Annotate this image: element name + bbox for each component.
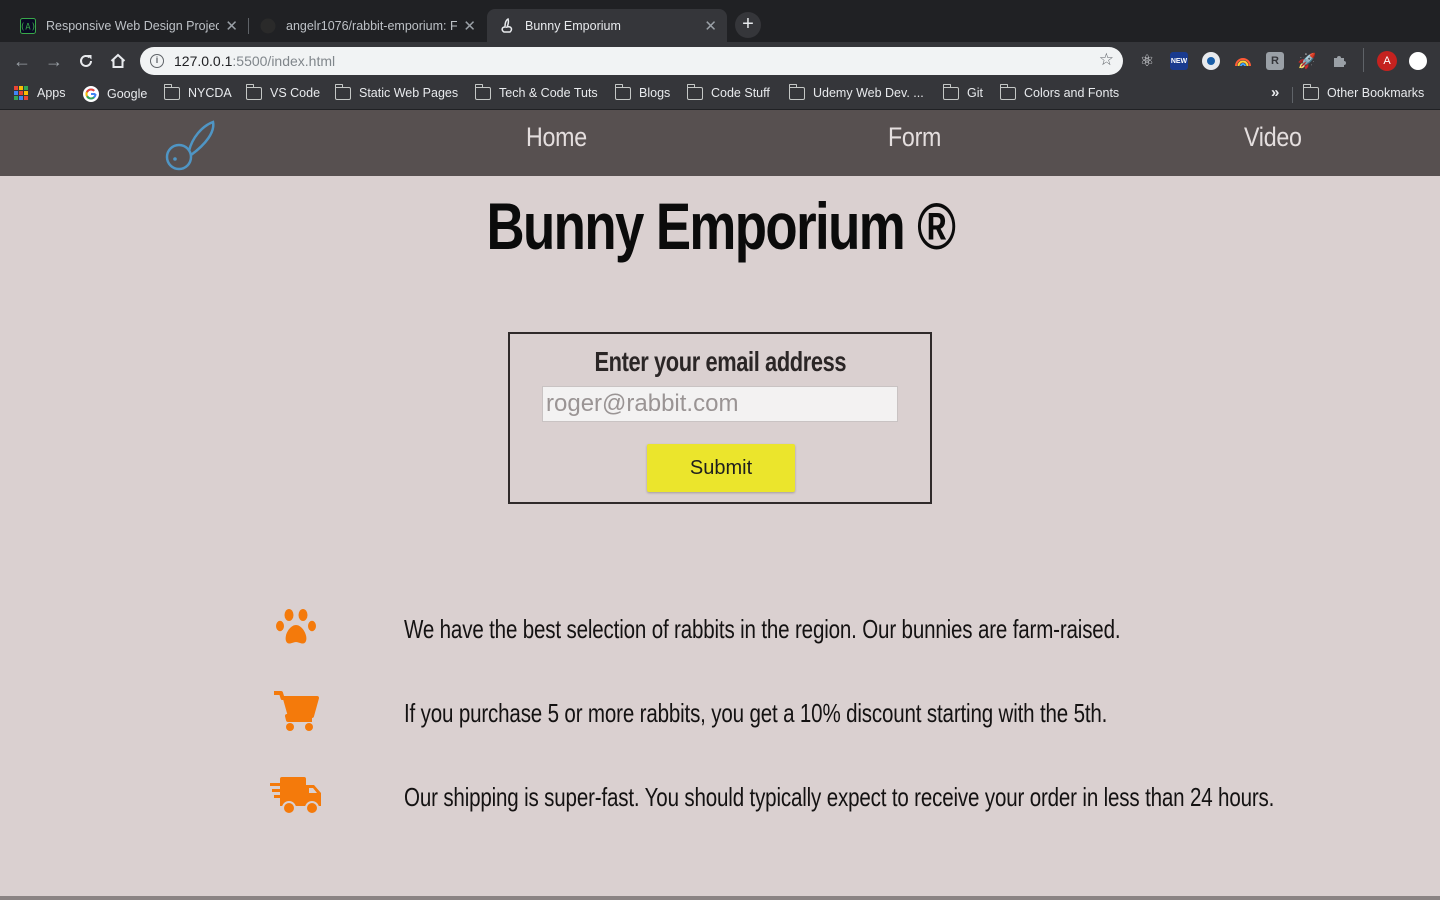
feature-item: Our shipping is super-fast. You should t… (0, 770, 1440, 830)
email-form: Enter your email address Submit (508, 332, 932, 504)
page-title: Bunny Emporium ® (485, 189, 956, 263)
paw-icon (266, 602, 326, 652)
folder-icon (1302, 83, 1319, 100)
extension-icon[interactable]: R (1266, 52, 1284, 70)
folder-icon (942, 83, 959, 100)
shipping-truck-icon (266, 770, 326, 820)
bookmark-folder[interactable]: Git (942, 83, 983, 100)
other-bookmarks[interactable]: Other Bookmarks (1302, 83, 1424, 100)
color-picker-extension-icon[interactable] (1234, 52, 1252, 70)
folder-icon (788, 83, 805, 100)
feature-item: If you purchase 5 or more rabbits, you g… (0, 686, 1440, 746)
rocket-extension-icon[interactable]: 🚀 (1298, 52, 1317, 70)
rabbit-icon (499, 17, 515, 34)
freecodecamp-icon: (A) (20, 17, 36, 34)
profile-status-dot[interactable] (1409, 52, 1427, 70)
bookmarks-bar: Apps Google NYCDA VS Code Static Web Pag… (0, 80, 1440, 110)
bookmark-star-icon[interactable]: ☆ (1099, 50, 1114, 70)
folder-icon (999, 83, 1016, 100)
feature-item: We have the best selection of rabbits in… (0, 602, 1440, 662)
svg-text:(A): (A) (20, 22, 36, 32)
site-info-icon[interactable]: i (150, 54, 164, 68)
home-icon[interactable] (107, 50, 129, 72)
browser-tab-strip: (A) Responsive Web Design Projec ✕ angel… (0, 0, 1440, 42)
bookmark-folder[interactable]: VS Code (245, 83, 320, 100)
bookmark-folder[interactable]: Udemy Web Dev. ... (788, 83, 924, 100)
folder-icon (614, 83, 631, 100)
rabbit-logo[interactable] (162, 118, 218, 174)
bookmark-google[interactable]: Google (83, 86, 147, 102)
bookmark-folder[interactable]: NYCDA (163, 83, 232, 100)
vpn-extension-icon[interactable] (1202, 52, 1220, 70)
nav-link-form[interactable]: Form (888, 122, 941, 153)
shopping-cart-icon (266, 686, 326, 736)
tab-title: angelr1076/rabbit-emporium: F (286, 18, 458, 33)
site-navbar: Home Form Video (0, 110, 1440, 176)
browser-tab[interactable]: angelr1076/rabbit-emporium: F ✕ (248, 9, 486, 42)
new-badge-extension-icon[interactable]: NEW (1170, 52, 1188, 70)
bookmark-folder[interactable]: Code Stuff (686, 83, 770, 100)
bookmark-folder[interactable]: Blogs (614, 83, 670, 100)
bookmarks-divider (1292, 87, 1293, 103)
bookmark-folder[interactable]: Tech & Code Tuts (474, 83, 598, 100)
url-text: 127.0.0.1:5500/index.html (174, 53, 336, 69)
bookmarks-overflow-button[interactable]: » (1271, 84, 1279, 101)
folder-icon (245, 83, 262, 100)
email-input[interactable] (542, 386, 898, 422)
toolbar-divider (1363, 48, 1364, 72)
email-label: Enter your email address (594, 346, 846, 377)
tab-title: Responsive Web Design Projec (46, 18, 220, 33)
folder-icon (686, 83, 703, 100)
bookmark-apps[interactable]: Apps (14, 86, 66, 100)
github-icon (260, 18, 276, 34)
folder-icon (163, 83, 180, 100)
feature-text: Our shipping is super-fast. You should t… (404, 782, 1275, 812)
tab-title: Bunny Emporium (525, 18, 621, 33)
nav-link-video[interactable]: Video (1244, 122, 1302, 153)
profile-avatar[interactable]: A (1377, 51, 1397, 71)
google-icon (83, 86, 99, 102)
reload-icon[interactable] (75, 50, 97, 72)
browser-tab-active[interactable]: Bunny Emporium ✕ (487, 9, 727, 42)
browser-tab[interactable]: (A) Responsive Web Design Projec ✕ (8, 9, 248, 42)
tab-close-icon[interactable]: ✕ (463, 17, 476, 35)
address-bar[interactable]: i 127.0.0.1:5500/index.html ☆ (140, 47, 1123, 75)
feature-text: We have the best selection of rabbits in… (404, 614, 1121, 644)
apps-grid-icon (14, 86, 28, 100)
tab-close-icon[interactable]: ✕ (225, 17, 238, 35)
tab-close-icon[interactable]: ✕ (704, 17, 717, 35)
back-arrow-icon[interactable]: ← (11, 50, 33, 72)
react-devtools-icon[interactable]: ⚛ (1138, 52, 1156, 70)
submit-button[interactable]: Submit (647, 444, 795, 492)
nav-link-home[interactable]: Home (526, 122, 587, 153)
folder-icon (474, 83, 491, 100)
bookmark-folder[interactable]: Static Web Pages (334, 83, 458, 100)
page-content: Home Form Video Bunny Emporium ® Enter y… (0, 110, 1440, 900)
bookmark-folder[interactable]: Colors and Fonts (999, 83, 1119, 100)
forward-arrow-icon[interactable]: → (43, 50, 65, 72)
footer-divider (0, 896, 1440, 900)
feature-text: If you purchase 5 or more rabbits, you g… (404, 698, 1108, 728)
new-tab-button[interactable]: + (735, 12, 761, 38)
browser-toolbar: ← → i 127.0.0.1:5500/index.html ☆ ⚛ NEW … (0, 42, 1440, 80)
folder-icon (334, 83, 351, 100)
puzzle-extension-icon[interactable] (1330, 52, 1348, 70)
